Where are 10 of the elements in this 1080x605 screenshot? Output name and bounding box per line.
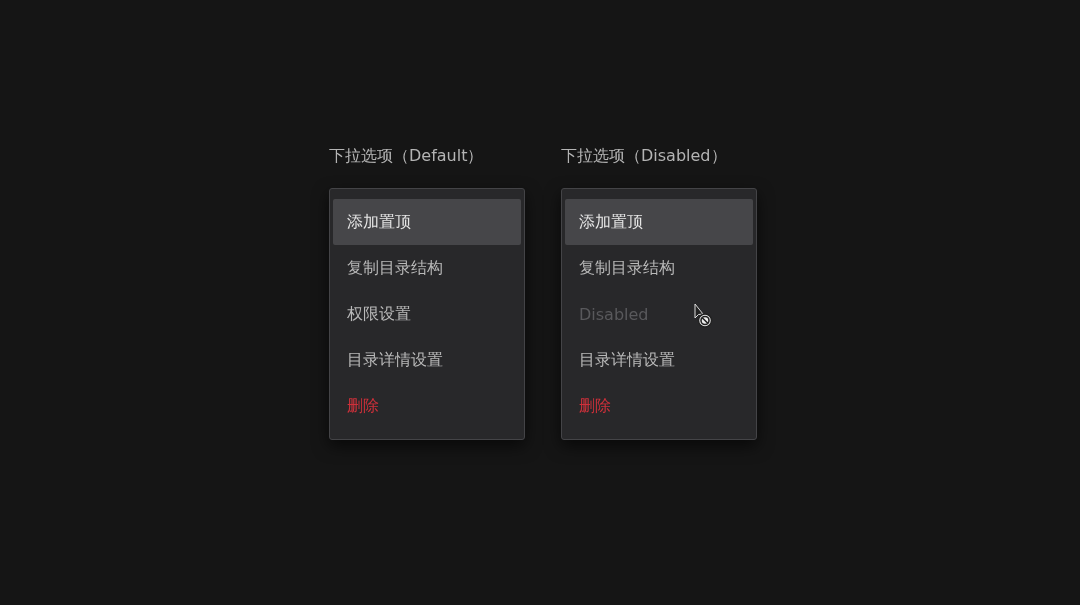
not-allowed-cursor-icon bbox=[694, 303, 714, 329]
menu-title: 下拉选项（Default） bbox=[329, 145, 485, 167]
menu-item[interactable]: 目录详情设置 bbox=[333, 337, 521, 383]
menu-item[interactable]: 目录详情设置 bbox=[565, 337, 753, 383]
menu-item[interactable]: 复制目录结构 bbox=[565, 245, 753, 291]
menu-title: 下拉选项（Disabled） bbox=[561, 145, 728, 167]
menu-item[interactable]: 复制目录结构 bbox=[333, 245, 521, 291]
menu-item[interactable]: 添加置顶 bbox=[565, 199, 753, 245]
menu-item[interactable]: 权限设置 bbox=[333, 291, 521, 337]
menu-item[interactable]: 添加置顶 bbox=[333, 199, 521, 245]
